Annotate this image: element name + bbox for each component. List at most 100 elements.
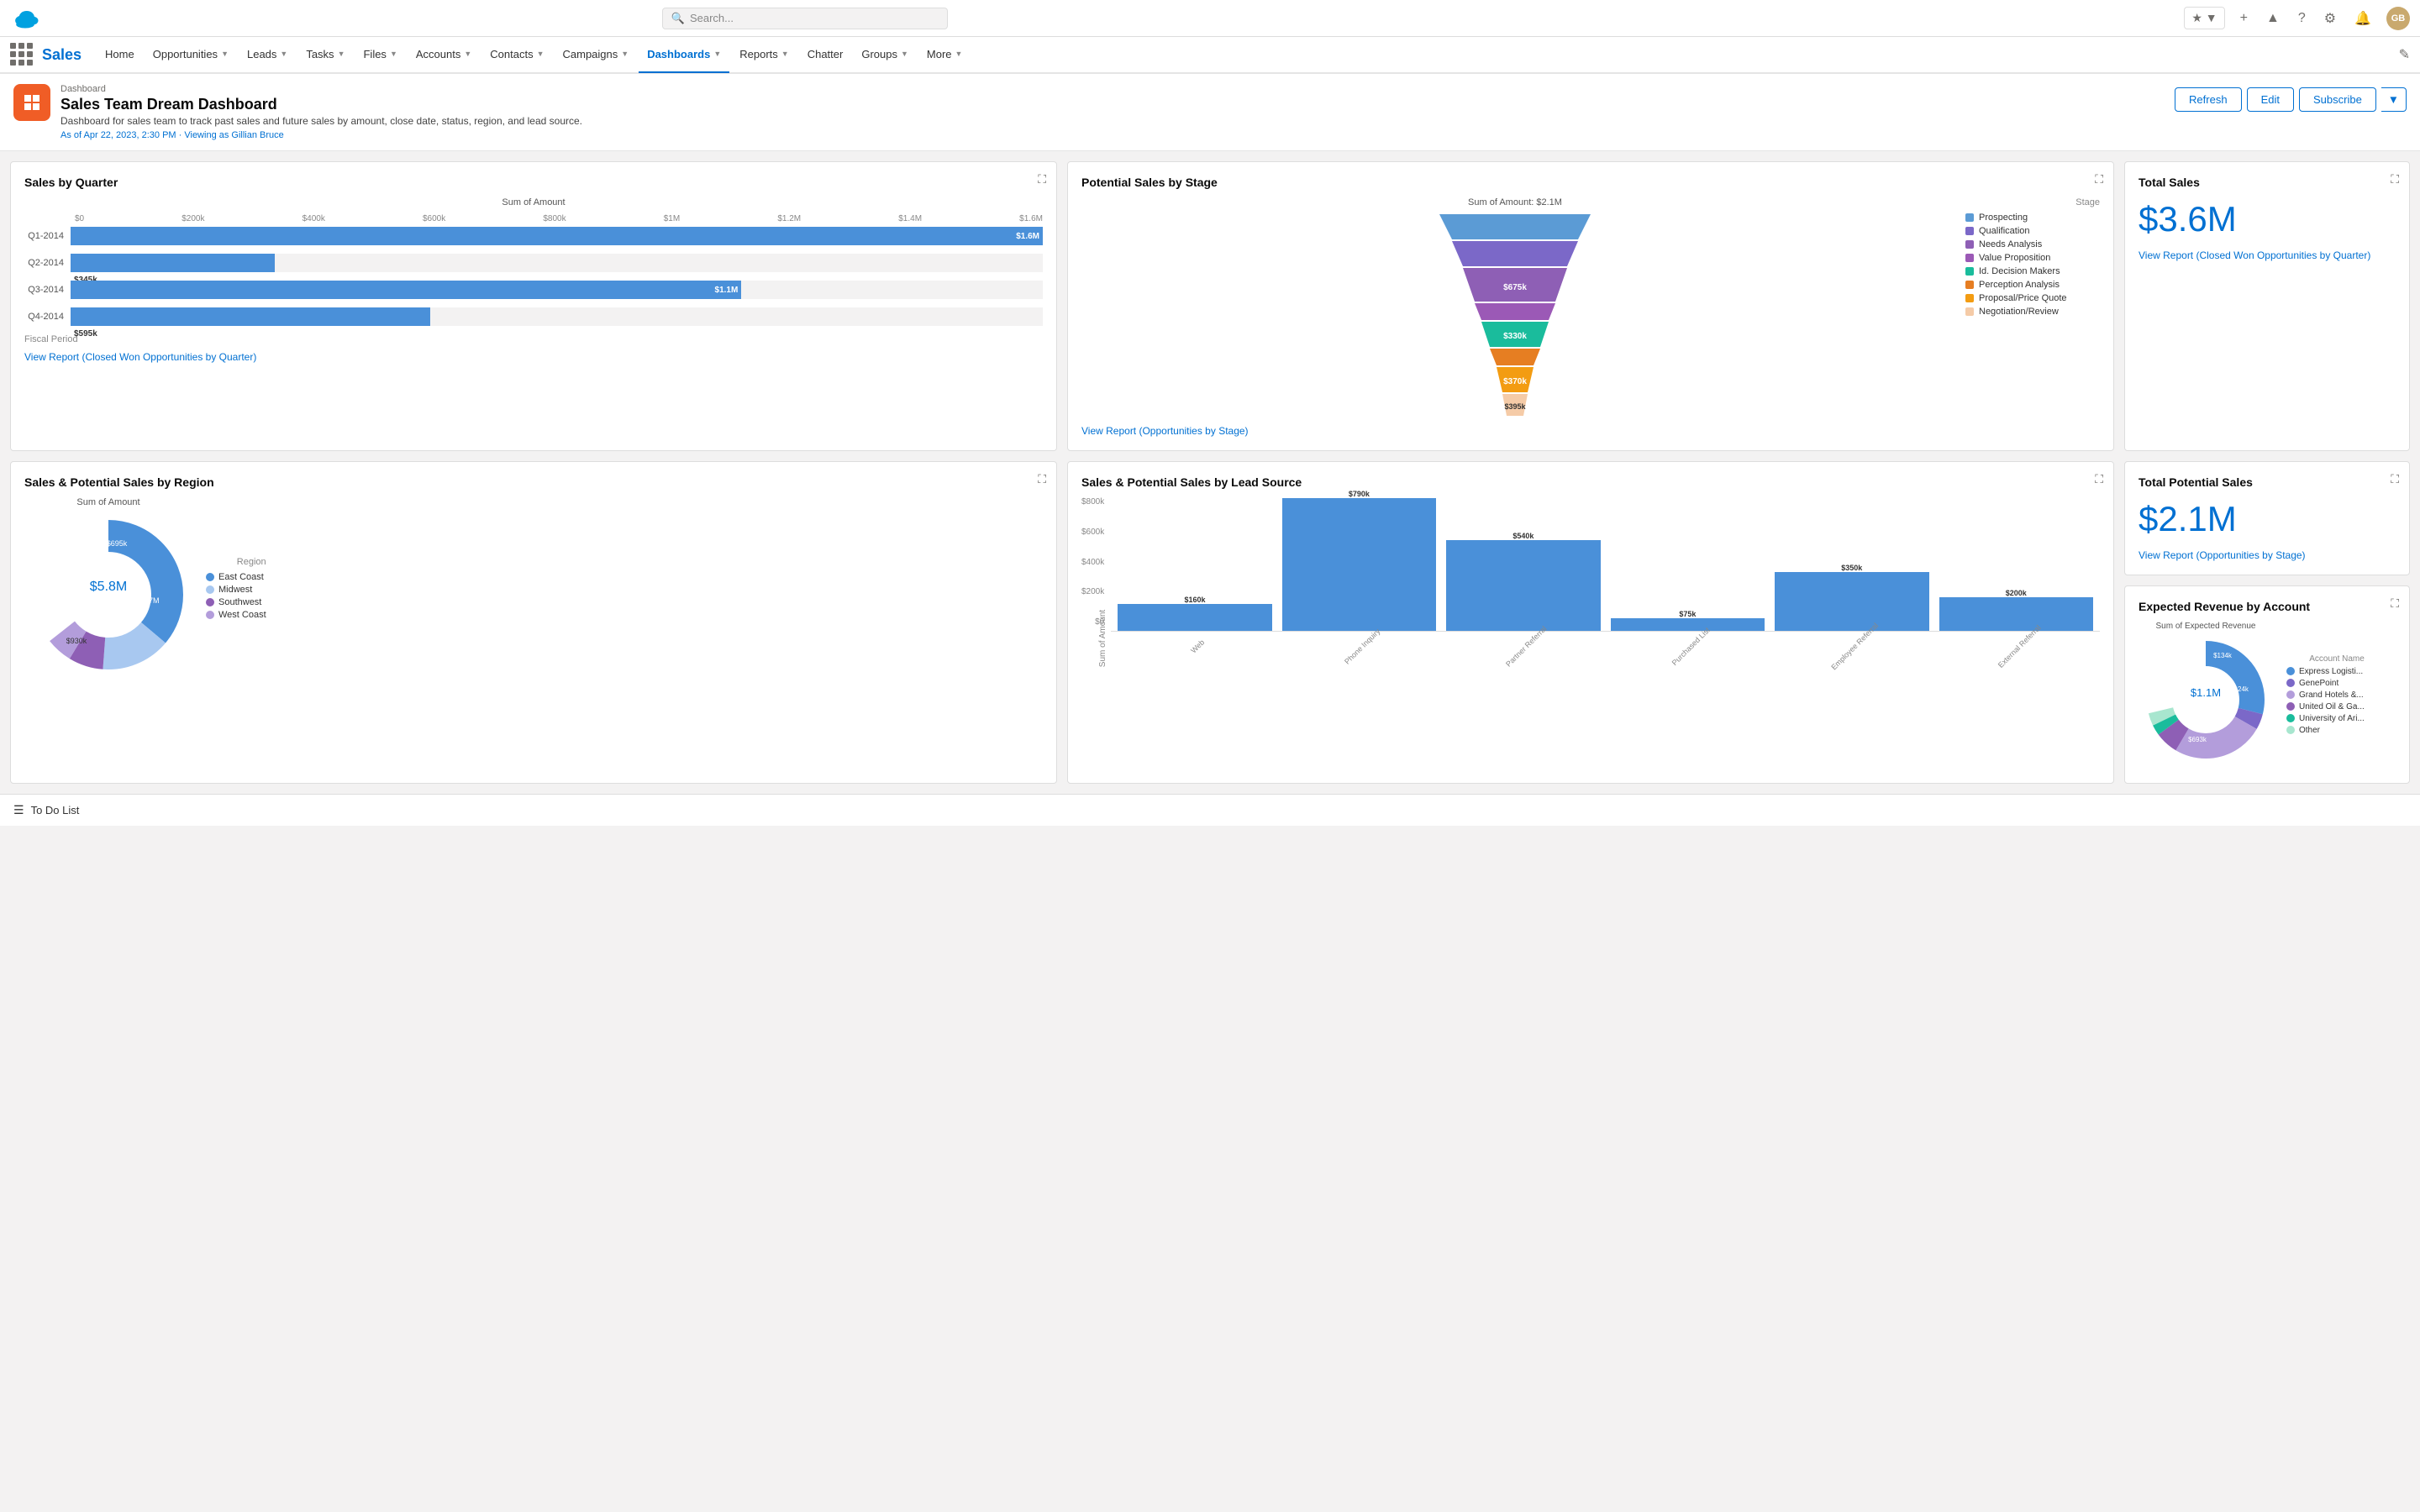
list-icon: ☰: [13, 803, 24, 817]
bell-icon[interactable]: 🔔: [2351, 7, 2375, 30]
legend-proposal-price-quote: Proposal/Price Quote: [1965, 293, 2100, 303]
edit-nav-icon[interactable]: ✎: [2399, 46, 2410, 63]
search-placeholder: Search...: [690, 12, 734, 24]
sales-by-region-card: Sales & Potential Sales by Region ⛶ Sum …: [10, 461, 1057, 784]
notification-icon[interactable]: ▲: [2263, 8, 2283, 29]
legend-united-oil: United Oil & Ga...: [2286, 702, 2365, 711]
nav-groups-label: Groups: [861, 48, 897, 60]
nav-reports[interactable]: Reports ▼: [731, 36, 797, 73]
nav-groups[interactable]: Groups ▼: [853, 36, 917, 73]
bar-group-purchased: $75k: [1611, 610, 1765, 631]
actions-split-button[interactable]: ▼: [2381, 87, 2407, 112]
help-icon[interactable]: ?: [2295, 8, 2309, 29]
legend-label: Needs Analysis: [1979, 239, 2042, 249]
donut-visualization: $5.8M $3.7M $930k $460k $695k: [24, 511, 192, 679]
dashboard-actions: Refresh Edit Subscribe ▼: [2175, 87, 2407, 112]
setup-icon[interactable]: +: [2237, 8, 2251, 29]
svg-text:$675k: $675k: [1503, 283, 1527, 292]
chevron-down-icon: ▼: [901, 50, 908, 58]
nav-tasks[interactable]: Tasks ▼: [297, 36, 353, 73]
user-avatar[interactable]: GB: [2386, 7, 2410, 30]
total-sales-card: Total Sales ⛶ $3.6M View Report (Closed …: [2124, 161, 2410, 451]
edit-button[interactable]: Edit: [2247, 87, 2294, 112]
legend-label: Proposal/Price Quote: [1979, 293, 2067, 303]
view-report-link[interactable]: View Report (Opportunities by Stage): [1081, 425, 2100, 437]
y-axis-label: Sum of Amount: [1098, 610, 1107, 667]
right-column-cards: Total Potential Sales ⛶ $2.1M View Repor…: [2124, 461, 2410, 784]
expand-icon[interactable]: ⛶: [2095, 172, 2103, 186]
svg-text:$693k: $693k: [2188, 736, 2207, 743]
x-axis: $0 $200k $400k $600k $800k $1M $1.2M $1.…: [24, 214, 1043, 223]
settings-icon[interactable]: ⚙: [2321, 7, 2339, 30]
nav-contacts[interactable]: Contacts ▼: [481, 36, 552, 73]
total-sales-value: $3.6M: [2139, 199, 2396, 239]
app-launcher-icon[interactable]: [10, 43, 34, 66]
view-report-link[interactable]: View Report (Closed Won Opportunities by…: [24, 351, 1043, 363]
chevron-down-icon: ▼: [621, 50, 629, 58]
donut-chart-account: Sum of Expected Revenue $1.1M $124k $693…: [2139, 622, 2396, 769]
expand-icon[interactable]: ⛶: [1038, 472, 1046, 486]
chevron-down-icon: ▼: [338, 50, 345, 58]
expand-icon[interactable]: ⛶: [2391, 596, 2399, 611]
nav-tasks-label: Tasks: [306, 48, 334, 60]
legend-label: Id. Decision Makers: [1979, 266, 2060, 276]
svg-text:$124k: $124k: [2230, 685, 2249, 693]
nav-home-label: Home: [105, 48, 134, 60]
chevron-down-icon: ▼: [390, 50, 397, 58]
nav-campaigns[interactable]: Campaigns ▼: [555, 36, 638, 73]
chevron-down-icon: ▼: [781, 50, 789, 58]
total-sales-title: Total Sales: [2139, 176, 2396, 189]
refresh-button[interactable]: Refresh: [2175, 87, 2242, 112]
view-report-link[interactable]: View Report (Opportunities by Stage): [2139, 549, 2396, 561]
svg-text:$5.8M: $5.8M: [90, 580, 127, 594]
bar-row-q3: Q3-2014 $1.1M: [24, 281, 1043, 299]
legend-negotiation-review: Negotiation/Review: [1965, 307, 2100, 317]
donut-subtitle: Sum of Amount: [24, 497, 192, 507]
nav-files[interactable]: Files ▼: [355, 36, 405, 73]
bar-row-q1: Q1-2014 $1.6M: [24, 227, 1043, 245]
nav-home[interactable]: Home: [97, 36, 143, 73]
legend-label: Qualification: [1979, 226, 2030, 236]
legend-prospecting: Prospecting: [1965, 213, 2100, 223]
nav-accounts[interactable]: Accounts ▼: [408, 36, 480, 73]
donut-legend-region: Region East Coast Midwest Southwest West…: [206, 557, 266, 622]
bottom-bar[interactable]: ☰ To Do List: [0, 794, 2420, 826]
app-navigation: Sales Home Opportunities ▼ Leads ▼ Tasks…: [0, 37, 2420, 74]
nav-opportunities[interactable]: Opportunities ▼: [145, 36, 237, 73]
expand-icon[interactable]: ⛶: [2391, 472, 2399, 486]
legend-label: Negotiation/Review: [1979, 307, 2059, 317]
expand-icon[interactable]: ⛶: [2095, 472, 2103, 486]
expand-icon[interactable]: ⛶: [1038, 172, 1046, 186]
total-potential-value: $2.1M: [2139, 499, 2396, 539]
donut-visualization-account: $1.1M $124k $693k $75k $134k: [2139, 633, 2273, 767]
legend-other: Other: [2286, 726, 2365, 735]
favorites-button[interactable]: ★ ▼: [2184, 7, 2224, 29]
sales-by-lead-source-card: Sales & Potential Sales by Lead Source ⛶…: [1067, 461, 2114, 784]
view-report-link[interactable]: View Report (Closed Won Opportunities by…: [2139, 249, 2396, 261]
bar-row-q2: Q2-2014 $345k: [24, 254, 1043, 272]
legend-east-coast: East Coast: [206, 572, 266, 582]
dashboard-description: Dashboard for sales team to track past s…: [60, 115, 2175, 127]
nav-chatter[interactable]: Chatter: [799, 36, 852, 73]
dashboard-title: Sales Team Dream Dashboard: [60, 96, 2175, 113]
donut-svg-account: Sum of Expected Revenue $1.1M $124k $693…: [2139, 622, 2273, 769]
legend-midwest: Midwest: [206, 585, 266, 595]
bar-group-partner: $540k: [1446, 532, 1600, 631]
nav-more-label: More: [927, 48, 952, 60]
legend-west-coast: West Coast: [206, 610, 266, 620]
nav-more[interactable]: More ▼: [918, 36, 971, 73]
nav-leads-label: Leads: [247, 48, 276, 60]
legend-university-ari: University of Ari...: [2286, 714, 2365, 723]
global-search[interactable]: 🔍 Search...: [662, 8, 948, 29]
salesforce-logo[interactable]: [10, 3, 40, 34]
expand-icon[interactable]: ⛶: [2391, 172, 2399, 186]
nav-dashboards[interactable]: Dashboards ▼: [639, 36, 729, 73]
svg-text:$930k: $930k: [66, 637, 87, 645]
potential-sales-title: Potential Sales by Stage: [1081, 176, 2100, 189]
funnel-svg: Sum of Amount: $2.1M $675k $330k: [1081, 197, 1949, 418]
subscribe-button[interactable]: Subscribe: [2299, 87, 2376, 112]
nav-leads[interactable]: Leads ▼: [239, 36, 296, 73]
donut-legend-account: Account Name Express Logisti... GenePoin…: [2286, 654, 2365, 738]
x-axis-labels: Web Phone Inquiry Partner Referral Purch…: [1111, 632, 2100, 652]
svg-text:$395k: $395k: [1504, 402, 1526, 411]
